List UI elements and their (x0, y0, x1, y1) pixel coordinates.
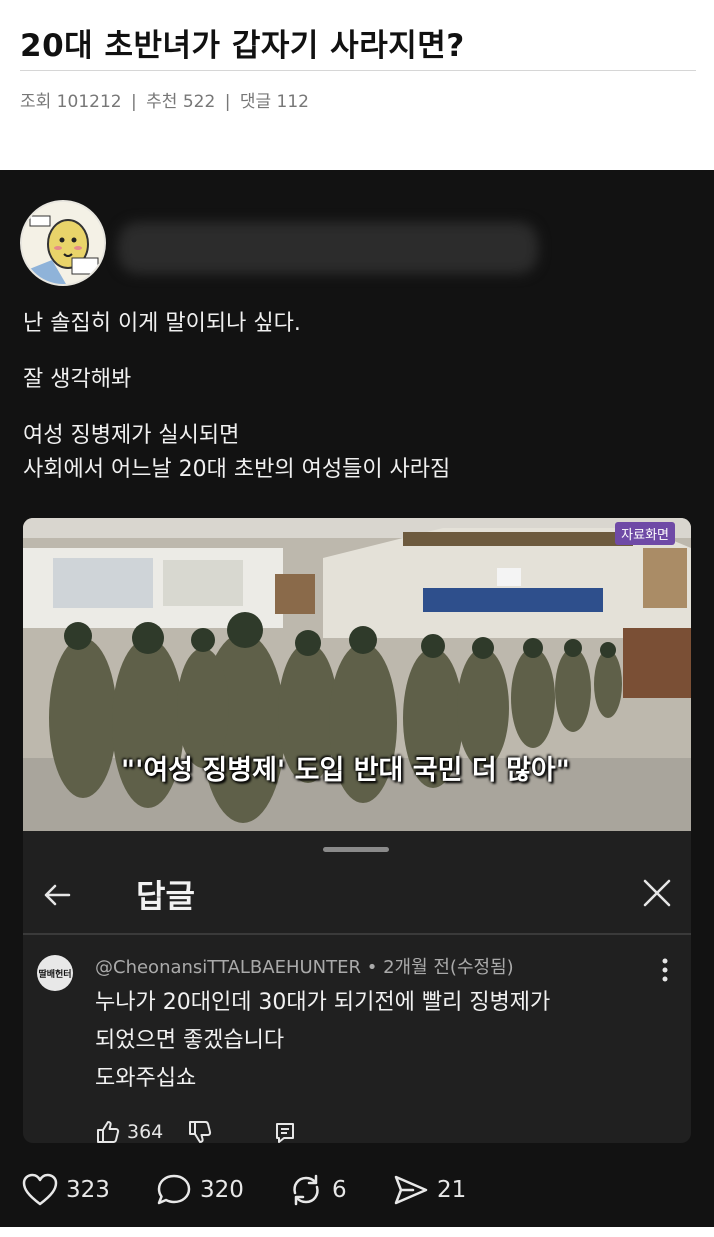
comment-header: @CheonansiTTALBAEHUNTER • 2개월 전(수정됨) (95, 953, 514, 979)
back-arrow-icon[interactable] (39, 877, 75, 913)
comment-time: • 2개월 전(수정됨) (366, 957, 514, 978)
comment-line: 누나가 20대인데 30대가 되기전에 빨리 징병제가 (95, 990, 551, 1015)
post-line: 여성 징병제가 실시되면 (23, 423, 240, 448)
comment-line: 되었으면 좋겠습니다 (95, 1028, 285, 1053)
page-title: 20대 초반녀가 갑자기 사라지면? (20, 28, 465, 64)
close-icon[interactable] (639, 875, 675, 911)
news-video-frame[interactable]: 자료화면 "'여성 징병제' 도입 반대 국민 더 많아" (23, 518, 691, 831)
share-action[interactable]: 21 (393, 1168, 466, 1212)
drag-handle[interactable] (323, 847, 389, 852)
source-badge: 자료화면 (615, 522, 675, 545)
reply-action[interactable]: 320 (156, 1168, 244, 1212)
post-line: 사회에서 어느날 20대 초반의 여성들이 사라짐 (23, 457, 451, 482)
comment-count: 댓글 112 (239, 92, 309, 112)
sheet-divider (23, 933, 691, 935)
embedded-post-image: 난 솔집히 이게 말이되나 싶다. 잘 생각해봐 여성 징병제가 실시되면 사회… (0, 170, 714, 1227)
post-line: 난 솔집히 이게 말이되나 싶다. (23, 311, 301, 336)
send-icon (394, 1175, 428, 1205)
reply-icon[interactable] (273, 1121, 297, 1143)
like-count: 323 (66, 1177, 110, 1203)
commenter-avatar[interactable]: 딸배헌터 (37, 955, 73, 991)
repost-action[interactable]: 6 (288, 1168, 347, 1212)
reply-sheet: 답글 딸배헌터 @CheonansiTTALBAEHUNTER • 2개월 전(… (23, 831, 691, 1143)
author-avatar[interactable] (20, 200, 106, 286)
thumbs-down-icon[interactable] (187, 1119, 213, 1143)
speech-bubble-icon (157, 1174, 191, 1205)
more-options-icon[interactable] (661, 957, 669, 983)
post-meta: 조회 101212 | 추천 522 | 댓글 112 (20, 87, 313, 112)
thumbs-up-icon[interactable] (95, 1119, 121, 1143)
post-line: 잘 생각해봐 (23, 367, 132, 392)
comment-line: 도와주십쇼 (95, 1066, 197, 1091)
like-action[interactable]: 323 (22, 1168, 110, 1212)
sheet-title: 답글 (136, 877, 195, 915)
comment-like-count: 364 (127, 1121, 164, 1143)
repost-icon (293, 1174, 319, 1206)
blurred-username (118, 222, 538, 274)
recommend-count: 추천 522 (146, 92, 216, 112)
repost-count: 6 (332, 1177, 347, 1203)
post-footer: 323 320 6 21 (0, 1168, 714, 1212)
heart-icon (22, 1173, 58, 1206)
title-divider (20, 70, 696, 71)
commenter-handle[interactable]: @CheonansiTTALBAEHUNTER (95, 957, 361, 978)
meta-separator: | (131, 92, 137, 112)
meta-separator: | (224, 92, 231, 112)
news-caption: "'여성 징병제' 도입 반대 국민 더 많아" (121, 755, 570, 786)
share-count: 21 (437, 1177, 467, 1203)
view-count: 조회 101212 (20, 92, 122, 112)
reply-count: 320 (200, 1177, 244, 1203)
